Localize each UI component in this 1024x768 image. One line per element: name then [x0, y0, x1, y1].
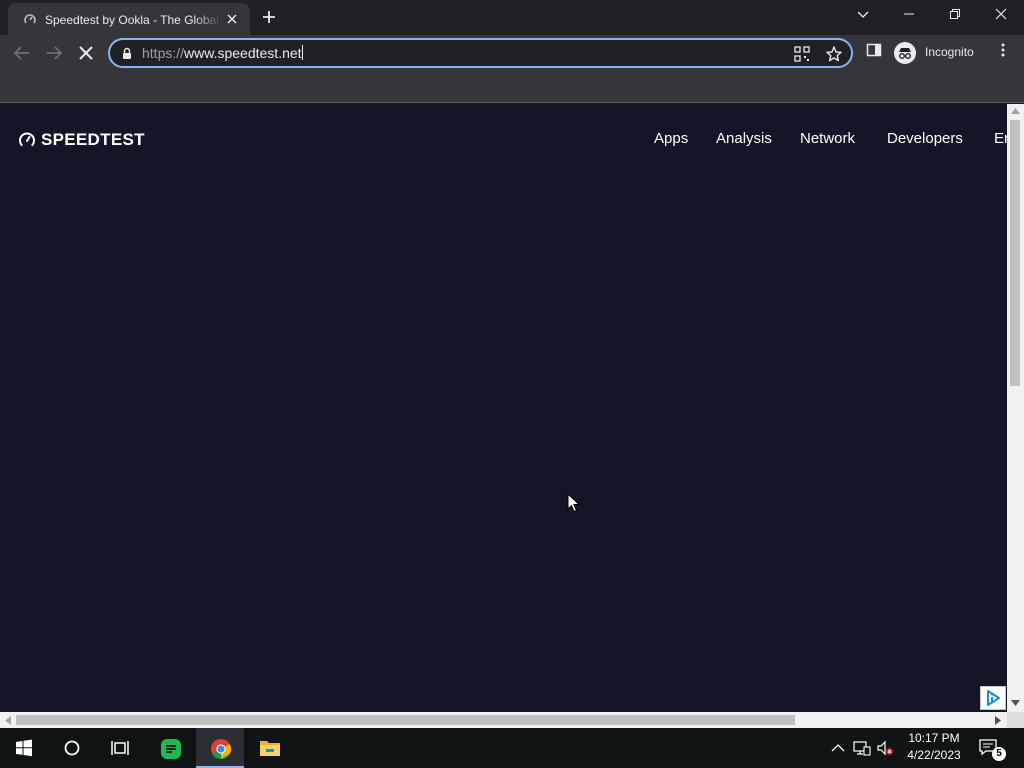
taskbar-chrome[interactable] — [196, 728, 244, 768]
volume-muted-icon[interactable] — [876, 740, 894, 756]
task-view-button[interactable] — [96, 728, 144, 768]
nav-analysis[interactable]: Analysis — [716, 130, 772, 150]
address-bar[interactable]: https://www.speedtest.net — [108, 38, 853, 68]
bookmark-bar — [0, 71, 1024, 103]
screen: Speedtest by Ookla - The Global Broadban… — [0, 0, 1024, 768]
url-host: www.speedtest.net — [184, 45, 302, 61]
plus-icon[interactable] — [258, 6, 280, 28]
star-icon[interactable] — [825, 45, 843, 63]
text-caret — [301, 45, 303, 60]
notes-app-icon — [161, 739, 181, 759]
taskbar-notes-app[interactable] — [146, 728, 194, 768]
system-clock[interactable]: 10:17 PM 4/22/2023 — [898, 730, 970, 764]
taskbar-file-explorer[interactable] — [245, 728, 293, 768]
url-text[interactable]: https://www.speedtest.net — [142, 45, 303, 61]
nav-developers[interactable]: Developers — [887, 130, 963, 150]
nav-enterprise[interactable]: Enterprise — [994, 130, 1007, 150]
qr-code-icon[interactable] — [793, 45, 811, 63]
scroll-down-arrow-icon[interactable] — [1011, 700, 1020, 706]
speedtest-favicon-icon — [24, 14, 36, 24]
restore-icon — [950, 9, 960, 19]
incognito-profile-button[interactable]: Incognito — [892, 40, 984, 66]
chrome-icon — [211, 739, 232, 760]
scroll-right-arrow-icon[interactable] — [995, 716, 1001, 725]
url-scheme: https:// — [142, 45, 185, 61]
adchoices-icon — [987, 690, 1000, 706]
browser-toolbar: https://www.speedtest.net Incognito — [0, 35, 1024, 71]
kebab-menu-icon[interactable] — [995, 42, 1011, 58]
browser-tab[interactable]: Speedtest by Ookla - The Global Broadban… — [8, 3, 250, 35]
chevron-down-icon — [857, 11, 869, 18]
vertical-scrollbar[interactable] — [1007, 104, 1024, 712]
cortana-search-button[interactable] — [48, 728, 96, 768]
chevron-up-icon[interactable] — [831, 743, 845, 753]
file-explorer-icon — [260, 741, 280, 756]
mouse-cursor-icon — [567, 493, 580, 513]
incognito-label: Incognito — [925, 45, 974, 59]
horizontal-scroll-thumb[interactable] — [16, 715, 795, 725]
close-icon — [995, 8, 1007, 20]
nav-network[interactable]: Network — [800, 130, 855, 150]
scrollbar-corner — [1007, 712, 1024, 728]
adchoices-badge[interactable] — [980, 686, 1006, 710]
side-panel-icon[interactable] — [866, 42, 882, 58]
incognito-icon — [894, 42, 916, 64]
stop-loading-icon[interactable] — [74, 41, 98, 65]
network-icon[interactable] — [853, 740, 871, 756]
lock-icon[interactable] — [122, 47, 132, 60]
close-icon[interactable] — [224, 11, 240, 27]
notification-count-badge: 5 — [992, 747, 1006, 761]
minimize-button[interactable] — [886, 0, 932, 32]
close-window-button[interactable] — [978, 0, 1024, 32]
forward-arrow-icon[interactable] — [42, 41, 66, 65]
clock-date: 4/22/2023 — [907, 748, 961, 762]
minimize-icon — [904, 13, 914, 15]
tab-search-button[interactable] — [840, 0, 886, 32]
tab-title: Speedtest by Ookla - The Global Broadban… — [45, 13, 221, 27]
task-view-icon — [111, 741, 129, 755]
page-viewport: SPEEDTEST Apps Analysis Network Develope… — [0, 104, 1007, 712]
speedtest-gauge-icon — [19, 132, 35, 147]
notification-center-button[interactable]: 5 — [978, 738, 1008, 761]
vertical-scroll-thumb[interactable] — [1010, 120, 1020, 386]
scroll-left-arrow-icon[interactable] — [5, 716, 11, 725]
restore-button[interactable] — [932, 0, 978, 32]
cortana-search-icon — [64, 740, 80, 756]
windows-start-icon — [16, 739, 32, 757]
windows-taskbar: 10:17 PM 4/22/2023 5 — [0, 728, 1024, 768]
horizontal-scrollbar[interactable] — [0, 712, 1007, 728]
tab-strip: Speedtest by Ookla - The Global Broadban… — [0, 0, 1024, 35]
back-arrow-icon[interactable] — [10, 41, 34, 65]
logo-text: SPEEDTEST — [41, 130, 145, 149]
nav-apps[interactable]: Apps — [654, 130, 688, 150]
clock-time: 10:17 PM — [908, 731, 960, 745]
scroll-up-arrow-icon[interactable] — [1011, 108, 1020, 114]
start-button[interactable] — [0, 728, 48, 768]
